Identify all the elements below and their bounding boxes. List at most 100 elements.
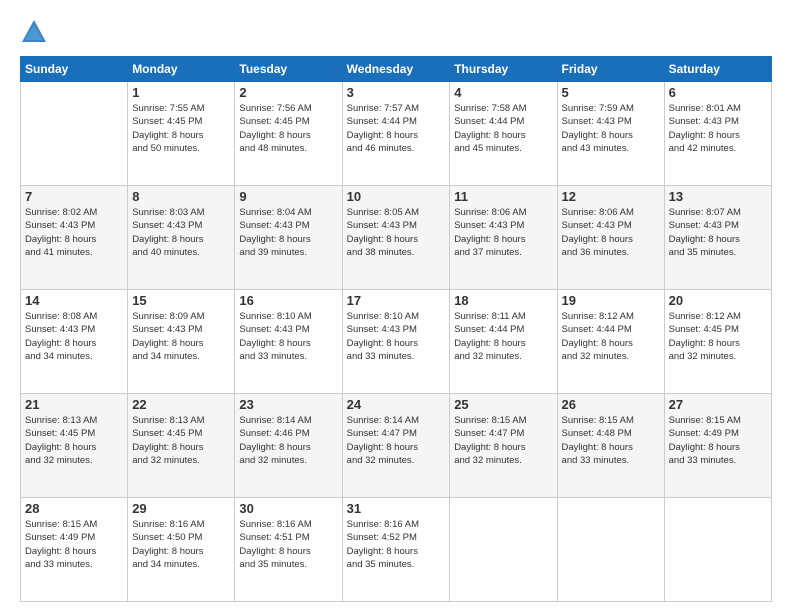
day-info: Sunrise: 8:15 AM Sunset: 4:49 PM Dayligh…	[25, 518, 123, 571]
header	[20, 18, 772, 46]
day-info: Sunrise: 8:07 AM Sunset: 4:43 PM Dayligh…	[669, 206, 767, 259]
day-cell: 27 Sunrise: 8:15 AM Sunset: 4:49 PM Dayli…	[664, 394, 771, 498]
day-info: Sunrise: 8:11 AM Sunset: 4:44 PM Dayligh…	[454, 310, 552, 363]
day-number: 2	[239, 85, 337, 100]
day-cell: 19 Sunrise: 8:12 AM Sunset: 4:44 PM Dayli…	[557, 290, 664, 394]
day-info: Sunrise: 8:15 AM Sunset: 4:48 PM Dayligh…	[562, 414, 660, 467]
day-cell: 15 Sunrise: 8:09 AM Sunset: 4:43 PM Dayli…	[128, 290, 235, 394]
day-number: 23	[239, 397, 337, 412]
day-info: Sunrise: 8:13 AM Sunset: 4:45 PM Dayligh…	[25, 414, 123, 467]
day-number: 10	[347, 189, 446, 204]
day-cell: 12 Sunrise: 8:06 AM Sunset: 4:43 PM Dayli…	[557, 186, 664, 290]
day-number: 7	[25, 189, 123, 204]
day-number: 5	[562, 85, 660, 100]
calendar: SundayMondayTuesdayWednesdayThursdayFrid…	[20, 56, 772, 602]
week-row-4: 28 Sunrise: 8:15 AM Sunset: 4:49 PM Dayli…	[21, 498, 772, 602]
day-number: 15	[132, 293, 230, 308]
day-number: 18	[454, 293, 552, 308]
week-row-1: 7 Sunrise: 8:02 AM Sunset: 4:43 PM Daylig…	[21, 186, 772, 290]
day-cell: 24 Sunrise: 8:14 AM Sunset: 4:47 PM Dayli…	[342, 394, 450, 498]
day-cell: 14 Sunrise: 8:08 AM Sunset: 4:43 PM Dayli…	[21, 290, 128, 394]
day-info: Sunrise: 8:10 AM Sunset: 4:43 PM Dayligh…	[239, 310, 337, 363]
day-cell: 30 Sunrise: 8:16 AM Sunset: 4:51 PM Dayli…	[235, 498, 342, 602]
day-info: Sunrise: 8:09 AM Sunset: 4:43 PM Dayligh…	[132, 310, 230, 363]
week-row-0: 1Sunrise: 7:55 AM Sunset: 4:45 PM Daylig…	[21, 82, 772, 186]
day-info: Sunrise: 8:16 AM Sunset: 4:50 PM Dayligh…	[132, 518, 230, 571]
day-info: Sunrise: 8:03 AM Sunset: 4:43 PM Dayligh…	[132, 206, 230, 259]
day-cell: 21 Sunrise: 8:13 AM Sunset: 4:45 PM Dayli…	[21, 394, 128, 498]
day-info: Sunrise: 7:57 AM Sunset: 4:44 PM Dayligh…	[347, 102, 446, 155]
day-number: 12	[562, 189, 660, 204]
week-row-2: 14 Sunrise: 8:08 AM Sunset: 4:43 PM Dayli…	[21, 290, 772, 394]
day-info: Sunrise: 8:16 AM Sunset: 4:52 PM Dayligh…	[347, 518, 446, 571]
weekday-header-monday: Monday	[128, 57, 235, 82]
day-cell	[557, 498, 664, 602]
day-info: Sunrise: 8:01 AM Sunset: 4:43 PM Dayligh…	[669, 102, 767, 155]
day-info: Sunrise: 8:06 AM Sunset: 4:43 PM Dayligh…	[562, 206, 660, 259]
day-number: 6	[669, 85, 767, 100]
day-info: Sunrise: 8:15 AM Sunset: 4:49 PM Dayligh…	[669, 414, 767, 467]
day-cell: 31 Sunrise: 8:16 AM Sunset: 4:52 PM Dayli…	[342, 498, 450, 602]
day-cell: 4Sunrise: 7:58 AM Sunset: 4:44 PM Daylig…	[450, 82, 557, 186]
day-cell: 22Sunrise: 8:13 AM Sunset: 4:45 PM Dayli…	[128, 394, 235, 498]
day-info: Sunrise: 8:10 AM Sunset: 4:43 PM Dayligh…	[347, 310, 446, 363]
day-info: Sunrise: 7:55 AM Sunset: 4:45 PM Dayligh…	[132, 102, 230, 155]
day-cell: 20 Sunrise: 8:12 AM Sunset: 4:45 PM Dayli…	[664, 290, 771, 394]
day-cell: 5Sunrise: 7:59 AM Sunset: 4:43 PM Daylig…	[557, 82, 664, 186]
weekday-header-saturday: Saturday	[664, 57, 771, 82]
day-info: Sunrise: 8:12 AM Sunset: 4:44 PM Dayligh…	[562, 310, 660, 363]
day-cell: 9 Sunrise: 8:04 AM Sunset: 4:43 PM Daylig…	[235, 186, 342, 290]
day-number: 14	[25, 293, 123, 308]
day-number: 16	[239, 293, 337, 308]
day-number: 8	[132, 189, 230, 204]
day-cell: 23 Sunrise: 8:14 AM Sunset: 4:46 PM Dayli…	[235, 394, 342, 498]
week-row-3: 21 Sunrise: 8:13 AM Sunset: 4:45 PM Dayli…	[21, 394, 772, 498]
day-cell	[664, 498, 771, 602]
day-info: Sunrise: 8:14 AM Sunset: 4:47 PM Dayligh…	[347, 414, 446, 467]
day-info: Sunrise: 8:08 AM Sunset: 4:43 PM Dayligh…	[25, 310, 123, 363]
day-cell	[450, 498, 557, 602]
day-cell: 7 Sunrise: 8:02 AM Sunset: 4:43 PM Daylig…	[21, 186, 128, 290]
day-cell: 10 Sunrise: 8:05 AM Sunset: 4:43 PM Dayli…	[342, 186, 450, 290]
weekday-header-thursday: Thursday	[450, 57, 557, 82]
day-info: Sunrise: 8:13 AM Sunset: 4:45 PM Dayligh…	[132, 414, 230, 467]
day-cell: 18 Sunrise: 8:11 AM Sunset: 4:44 PM Dayli…	[450, 290, 557, 394]
day-info: Sunrise: 8:14 AM Sunset: 4:46 PM Dayligh…	[239, 414, 337, 467]
logo	[20, 18, 52, 46]
day-cell: 29Sunrise: 8:16 AM Sunset: 4:50 PM Dayli…	[128, 498, 235, 602]
day-info: Sunrise: 8:06 AM Sunset: 4:43 PM Dayligh…	[454, 206, 552, 259]
weekday-header-row: SundayMondayTuesdayWednesdayThursdayFrid…	[21, 57, 772, 82]
page: SundayMondayTuesdayWednesdayThursdayFrid…	[0, 0, 792, 612]
weekday-header-tuesday: Tuesday	[235, 57, 342, 82]
day-number: 31	[347, 501, 446, 516]
day-cell: 16 Sunrise: 8:10 AM Sunset: 4:43 PM Dayli…	[235, 290, 342, 394]
day-number: 20	[669, 293, 767, 308]
day-info: Sunrise: 8:02 AM Sunset: 4:43 PM Dayligh…	[25, 206, 123, 259]
day-number: 27	[669, 397, 767, 412]
day-cell: 13Sunrise: 8:07 AM Sunset: 4:43 PM Dayli…	[664, 186, 771, 290]
day-number: 25	[454, 397, 552, 412]
day-number: 26	[562, 397, 660, 412]
day-number: 11	[454, 189, 552, 204]
day-cell: 3Sunrise: 7:57 AM Sunset: 4:44 PM Daylig…	[342, 82, 450, 186]
day-cell: 28 Sunrise: 8:15 AM Sunset: 4:49 PM Dayli…	[21, 498, 128, 602]
day-cell: 17Sunrise: 8:10 AM Sunset: 4:43 PM Dayli…	[342, 290, 450, 394]
day-number: 30	[239, 501, 337, 516]
day-number: 4	[454, 85, 552, 100]
day-info: Sunrise: 8:05 AM Sunset: 4:43 PM Dayligh…	[347, 206, 446, 259]
day-info: Sunrise: 8:12 AM Sunset: 4:45 PM Dayligh…	[669, 310, 767, 363]
day-number: 21	[25, 397, 123, 412]
weekday-header-wednesday: Wednesday	[342, 57, 450, 82]
day-cell: 1Sunrise: 7:55 AM Sunset: 4:45 PM Daylig…	[128, 82, 235, 186]
day-cell: 11 Sunrise: 8:06 AM Sunset: 4:43 PM Dayli…	[450, 186, 557, 290]
day-number: 28	[25, 501, 123, 516]
day-cell	[21, 82, 128, 186]
day-info: Sunrise: 8:15 AM Sunset: 4:47 PM Dayligh…	[454, 414, 552, 467]
day-number: 9	[239, 189, 337, 204]
weekday-header-sunday: Sunday	[21, 57, 128, 82]
day-number: 24	[347, 397, 446, 412]
day-number: 19	[562, 293, 660, 308]
day-info: Sunrise: 8:04 AM Sunset: 4:43 PM Dayligh…	[239, 206, 337, 259]
day-info: Sunrise: 8:16 AM Sunset: 4:51 PM Dayligh…	[239, 518, 337, 571]
day-cell: 2Sunrise: 7:56 AM Sunset: 4:45 PM Daylig…	[235, 82, 342, 186]
